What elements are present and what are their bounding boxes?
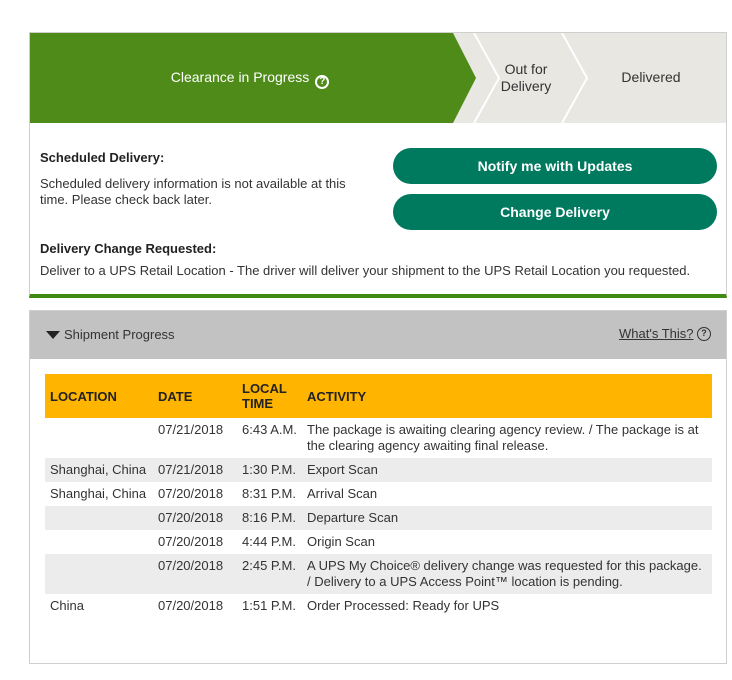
column-header-date: DATE [153,374,237,418]
cell-time: 4:44 P.M. [242,534,296,549]
cell-activity: Order Processed: Ready for UPS [307,598,500,613]
cell-location [45,530,153,554]
caret-down-icon[interactable] [46,331,60,339]
cell-activity: A UPS My Choice® delivery change was req… [302,554,712,594]
whats-this-link[interactable]: What's This? [619,326,694,341]
cell-time: 1:30 P.M. [237,458,302,482]
column-header-activity: ACTIVITY [302,374,712,418]
cell-activity: Arrival Scan [307,486,378,501]
cell-date: 07/21/2018 [158,422,224,437]
cell-activity: Export Scan [302,458,712,482]
cell-activity: Departure Scan [302,506,712,530]
cell-location: China [50,598,84,613]
cell-activity: The package is awaiting clearing agency … [307,422,699,453]
table-row: Shanghai, China 07/20/2018 8:31 P.M. Arr… [45,482,712,506]
progress-tracker: Clearance in Progress? Out for Delivery … [30,33,726,123]
step-clearance-label: Clearance in Progress [170,69,310,85]
delivery-change-title: Delivery Change Requested: [40,241,217,256]
shipment-progress-title[interactable]: Shipment Progress [64,327,175,342]
cell-location [45,506,153,530]
table-row: 07/21/2018 6:43 A.M. The package is awai… [45,418,712,458]
cell-activity: Origin Scan [307,534,375,549]
help-icon[interactable]: ? [697,327,711,341]
cell-date: 07/20/2018 [153,506,237,530]
column-header-location: LOCATION [45,374,153,418]
cell-time: 1:51 P.M. [242,598,296,613]
cell-location [45,554,153,594]
cell-time: 6:43 A.M. [242,422,297,437]
cell-time: 8:16 P.M. [237,506,302,530]
step-out-for-delivery: Out for Delivery [500,61,552,94]
table-row: China 07/20/2018 1:51 P.M. Order Process… [45,594,712,618]
cell-time: 2:45 P.M. [237,554,302,594]
delivery-status-card: Clearance in Progress? Out for Delivery … [29,32,727,298]
step-clearance: Clearance in Progress? [30,69,470,89]
cell-location [45,418,153,458]
cell-date: 07/20/2018 [158,598,224,613]
change-delivery-button[interactable]: Change Delivery [393,194,717,230]
scheduled-delivery-title: Scheduled Delivery: [40,150,165,165]
help-icon[interactable]: ? [315,75,330,89]
step-delivered: Delivered [621,69,681,85]
table-row: Shanghai, China 07/21/2018 1:30 P.M. Exp… [45,458,712,482]
cell-date: 07/20/2018 [153,554,237,594]
cell-date: 07/20/2018 [158,486,224,501]
table-row: 07/20/2018 8:16 P.M. Departure Scan [45,506,712,530]
notify-updates-button[interactable]: Notify me with Updates [393,148,717,184]
cell-time: 8:31 P.M. [242,486,296,501]
cell-location: Shanghai, China [50,486,147,501]
cell-date: 07/21/2018 [153,458,237,482]
cell-date: 07/20/2018 [158,534,224,549]
shipment-activity-table: LOCATION DATE LOCAL TIME ACTIVITY 07/21/… [45,374,712,618]
table-row: 07/20/2018 2:45 P.M. A UPS My Choice® de… [45,554,712,594]
column-header-local-time: LOCAL TIME [237,374,302,418]
shipment-progress-panel: Shipment Progress What's This? ? LOCATIO… [29,310,727,664]
scheduled-delivery-text: Scheduled delivery information is not av… [40,176,346,207]
shipment-progress-header[interactable]: Shipment Progress What's This? ? [30,311,726,359]
table-header-row: LOCATION DATE LOCAL TIME ACTIVITY [45,374,712,418]
table-row: 07/20/2018 4:44 P.M. Origin Scan [45,530,712,554]
delivery-change-text: Deliver to a UPS Retail Location - The d… [40,263,691,278]
cell-location: Shanghai, China [45,458,153,482]
